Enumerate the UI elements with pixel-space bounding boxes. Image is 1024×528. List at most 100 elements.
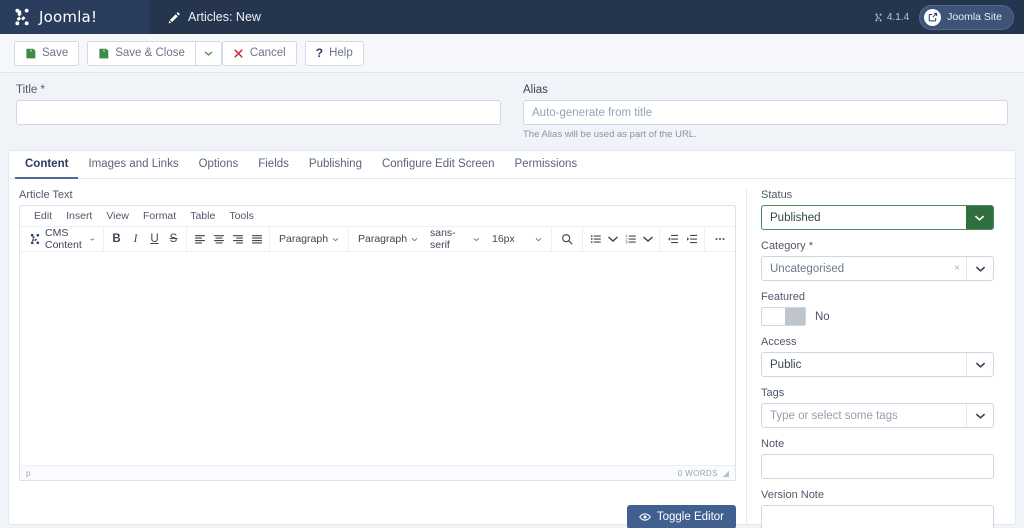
title-input[interactable] [16, 100, 501, 125]
featured-field: Featured No [761, 291, 994, 326]
resize-handle-icon[interactable]: ◢ [723, 469, 729, 478]
toggle-editor-row: Toggle Editor [19, 505, 736, 528]
category-field: Category * Uncategorised × [761, 240, 994, 281]
status-field: Status Published [761, 189, 994, 230]
tab-fields[interactable]: Fields [248, 151, 299, 179]
save-dropdown-button[interactable] [195, 40, 222, 66]
joomla-mark-icon [30, 233, 40, 245]
cancel-label: Cancel [249, 47, 286, 59]
status-dropdown-arrow[interactable] [966, 206, 993, 229]
panel-body: Article Text Edit Insert View Format Tab… [9, 179, 1015, 528]
align-center-button[interactable] [209, 229, 228, 250]
page-title: Articles: New [188, 10, 261, 24]
font-size-select[interactable]: 16px [486, 229, 548, 250]
menu-insert[interactable]: Insert [59, 210, 99, 222]
paragraph-style-select[interactable]: Paragraph [352, 229, 424, 250]
featured-toggle-row: No [761, 307, 994, 326]
category-dropdown-arrow[interactable] [966, 257, 993, 280]
alias-label: Alias [523, 84, 548, 96]
access-select[interactable]: Public [761, 352, 994, 377]
title-label: Title * [16, 84, 45, 96]
version-note-input[interactable] [761, 505, 994, 528]
numbered-list-button[interactable]: 123 [621, 229, 640, 250]
menu-edit[interactable]: Edit [27, 210, 59, 222]
editor-column: Article Text Edit Insert View Format Tab… [19, 189, 736, 528]
visit-site-button[interactable]: Joomla Site [919, 4, 1014, 30]
chevron-down-icon [643, 236, 653, 243]
menu-tools[interactable]: Tools [222, 210, 261, 222]
header-right-actions: 4.1.4 Joomla Site [874, 0, 1024, 34]
access-dropdown-arrow[interactable] [966, 353, 993, 376]
tinymce-editor: Edit Insert View Format Table Tools CMS … [19, 205, 736, 481]
cms-content-button[interactable]: CMS Content [23, 227, 100, 251]
category-select[interactable]: Uncategorised × [761, 256, 994, 281]
editor-toolbar: CMS Content B I U S Paragraph Paragraph … [20, 227, 735, 252]
ellipsis-icon [715, 238, 725, 240]
tags-select[interactable]: Type or select some tags [761, 403, 994, 428]
note-input[interactable] [761, 454, 994, 479]
toggle-editor-label: Toggle Editor [656, 511, 724, 523]
status-select[interactable]: Published [761, 205, 994, 230]
joomla-logo-icon [15, 8, 29, 26]
featured-label: Featured [761, 291, 806, 303]
menu-view[interactable]: View [99, 210, 136, 222]
title-field-group: Title * [16, 84, 501, 140]
category-value: Uncategorised [770, 262, 845, 275]
bold-button[interactable]: B [107, 229, 126, 250]
bullet-list-button[interactable] [586, 229, 605, 250]
brand-home-link[interactable]: Joomla! [0, 0, 150, 34]
tab-publishing[interactable]: Publishing [299, 151, 372, 179]
tags-placeholder: Type or select some tags [770, 409, 898, 422]
version-number: 4.1.4 [886, 11, 910, 23]
word-count: 0 WORDS [677, 468, 718, 478]
search-replace-button[interactable] [555, 229, 579, 250]
indent-button[interactable] [682, 229, 701, 250]
menu-format[interactable]: Format [136, 210, 183, 222]
align-left-button[interactable] [190, 229, 209, 250]
indent-icon [686, 234, 697, 244]
clear-x-icon[interactable]: × [948, 257, 966, 280]
joomla-mark-icon [875, 13, 882, 21]
numbered-list-icon: 123 [625, 234, 636, 245]
more-group [705, 227, 735, 251]
question-mark-icon: ? [315, 46, 324, 60]
strikethrough-button[interactable]: S [164, 229, 183, 250]
title-alias-row: Title * Alias The Alias will be used as … [0, 73, 1024, 146]
block-format-select[interactable]: Paragraph [273, 229, 345, 250]
align-justify-button[interactable] [247, 229, 266, 250]
tags-field: Tags Type or select some tags [761, 387, 994, 428]
featured-toggle[interactable] [761, 307, 806, 326]
save-button[interactable]: Save [14, 40, 80, 66]
cancel-button[interactable]: Cancel [221, 40, 297, 66]
align-right-icon [232, 235, 243, 244]
underline-button[interactable]: U [145, 229, 164, 250]
eye-icon [639, 513, 651, 521]
tab-configure-edit-screen[interactable]: Configure Edit Screen [372, 151, 505, 179]
block-format-group: Paragraph [270, 227, 349, 251]
alias-input[interactable] [523, 100, 1008, 125]
tab-permissions[interactable]: Permissions [505, 151, 588, 179]
align-right-button[interactable] [228, 229, 247, 250]
save-label: Save [42, 47, 69, 59]
toggle-editor-button[interactable]: Toggle Editor [626, 505, 736, 528]
element-path[interactable]: p [26, 469, 31, 478]
chevron-down-icon [332, 237, 339, 241]
save-disk-icon [26, 48, 36, 58]
outdent-button[interactable] [663, 229, 682, 250]
tab-images-and-links[interactable]: Images and Links [78, 151, 188, 179]
numbered-list-dropdown[interactable] [640, 229, 656, 250]
article-sidebar: Status Published Category * Uncategorise… [746, 189, 994, 528]
tab-options[interactable]: Options [189, 151, 249, 179]
tab-content[interactable]: Content [15, 151, 79, 179]
italic-button[interactable]: I [126, 229, 145, 250]
editor-content-area[interactable] [20, 252, 735, 465]
font-family-select[interactable]: sans-serif [424, 227, 486, 251]
help-button[interactable]: ? Help [304, 40, 364, 66]
menu-table[interactable]: Table [183, 210, 222, 222]
bullet-list-dropdown[interactable] [605, 229, 621, 250]
more-toolbar-button[interactable] [708, 229, 732, 250]
align-center-icon [213, 235, 224, 244]
tags-dropdown-arrow[interactable] [966, 404, 993, 427]
search-group [552, 227, 583, 251]
save-and-close-button[interactable]: Save & Close [87, 40, 196, 66]
